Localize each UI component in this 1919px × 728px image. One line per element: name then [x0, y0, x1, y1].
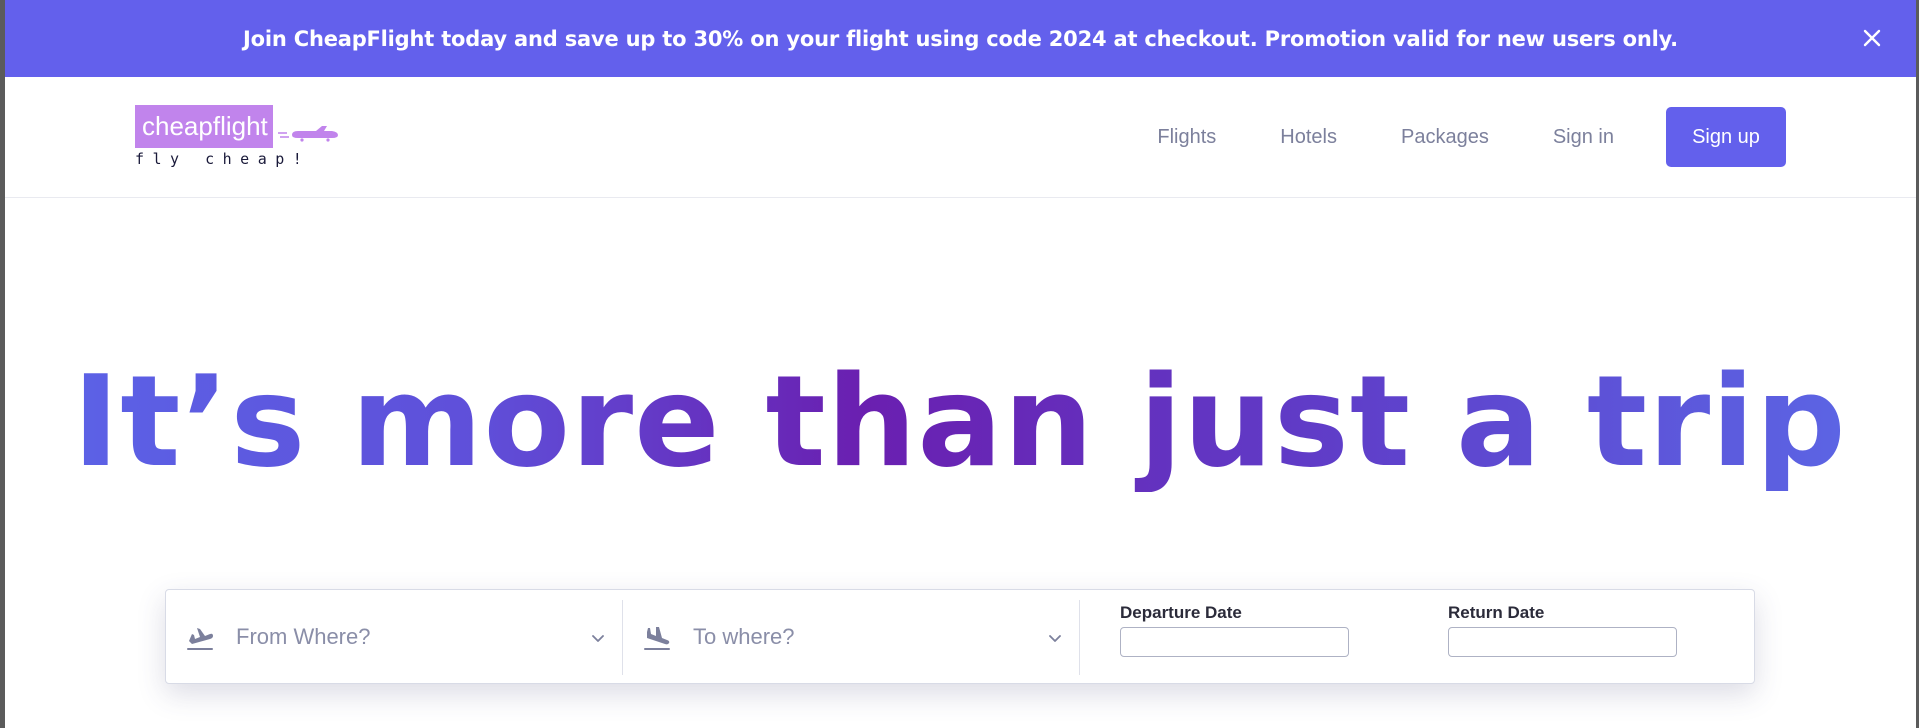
logo[interactable]: cheapflight fly cheap! [135, 105, 345, 168]
date-fields: Departure Date Return Date [1080, 590, 1754, 683]
takeoff-icon [186, 624, 214, 652]
nav-flights[interactable]: Flights [1157, 126, 1216, 149]
to-where-select[interactable]: To where? [623, 590, 1079, 683]
landing-icon [643, 624, 671, 652]
sign-up-button[interactable]: Sign up [1666, 107, 1786, 167]
chevron-down-icon [590, 630, 606, 646]
return-date-group: Return Date [1448, 603, 1678, 657]
close-icon[interactable] [1858, 24, 1886, 52]
departure-date-label: Departure Date [1120, 603, 1242, 622]
promo-banner: Join CheapFlight today and save up to 30… [5, 0, 1916, 77]
departure-date-group: Departure Date [1120, 603, 1350, 657]
site-header: cheapflight fly cheap! Flights Hotels Pa… [5, 77, 1916, 198]
nav-packages[interactable]: Packages [1401, 126, 1489, 149]
departure-date-input[interactable] [1120, 627, 1349, 657]
promo-text: Join CheapFlight today and save up to 30… [243, 26, 1678, 51]
flight-search-bar: From Where? To where? Departure Date Ret… [165, 589, 1755, 684]
return-date-input[interactable] [1448, 627, 1677, 657]
logo-wordmark: cheapflight [135, 105, 273, 148]
hero-title: It’s more than just a trip [0, 352, 1919, 492]
to-where-placeholder: To where? [693, 624, 795, 649]
nav-sign-in[interactable]: Sign in [1553, 126, 1614, 149]
chevron-down-icon [1047, 630, 1063, 646]
return-date-label: Return Date [1448, 603, 1545, 622]
logo-tagline: fly cheap! [135, 150, 311, 168]
airplane-icon [278, 125, 340, 145]
nav-hotels[interactable]: Hotels [1280, 126, 1337, 149]
from-where-placeholder: From Where? [236, 624, 371, 649]
from-where-select[interactable]: From Where? [166, 590, 622, 683]
main-nav: Flights Hotels Packages Sign in Sign up [1157, 77, 1916, 197]
